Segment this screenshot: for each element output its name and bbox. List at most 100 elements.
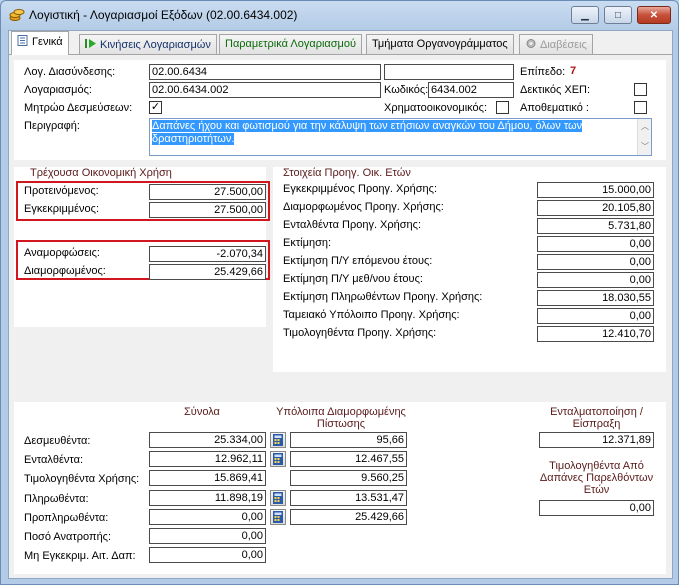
totals-row-label: Ποσό Ανατροπής: (24, 531, 112, 543)
diamorfomenos-label: Διαμορφωμένος: (24, 265, 106, 277)
account-field[interactable]: 02.00.6434.002 (149, 82, 381, 98)
minimize-button[interactable]: ▁ (571, 6, 599, 24)
proteinomenos-field[interactable]: 27.500,00 (149, 184, 266, 200)
prev-row-label: Εκτίμηση: (283, 237, 332, 249)
title-bar[interactable]: Λογιστική - Λογαριασμοί Εξόδων (02.00.64… (1, 1, 678, 29)
xrimatoik-label: Χρηματοοικονομικός: (384, 102, 488, 114)
prev-row-label: Ενταλθέντα Προηγ. Χρήσης: (283, 219, 422, 231)
page-icon (17, 35, 29, 46)
totals-row-total[interactable]: 25.334,00 (149, 432, 266, 448)
level-label: Επίπεδο: (520, 66, 566, 78)
totals-panel: Σύνολα Υπόλοιπα Διαμορφωμένης Πίστωσης Ε… (14, 402, 666, 574)
account-label: Λογαριασμός: (24, 84, 92, 96)
scroll-down-icon[interactable]: ﹀ (641, 141, 649, 152)
totals-row-total[interactable]: 11.898,19 (149, 490, 266, 506)
tab-general[interactable]: Γενικά (11, 31, 69, 55)
totals-row-total[interactable]: 0,00 (149, 509, 266, 525)
tab-strip: Γενικά Κινήσεις Λογαριασμών Παραμετρικά … (9, 31, 672, 55)
play-icon (85, 38, 97, 49)
window-title: Λογιστική - Λογαριασμοί Εξόδων (02.00.64… (29, 8, 298, 22)
calculator-icon[interactable] (270, 490, 286, 506)
diamorfomenos-field[interactable]: 25.429,66 (149, 264, 266, 280)
tab-account-movements[interactable]: Κινήσεις Λογαριασμών (79, 34, 217, 54)
mitrwo-checkbox[interactable]: ✓ (149, 101, 162, 114)
totals-row-remaining[interactable]: 13.531,47 (290, 490, 407, 506)
scroll-up-icon[interactable]: ︿ (641, 121, 649, 132)
totals-column-header: Σύνολα (184, 406, 220, 418)
prev-row-field[interactable]: 5.731,80 (537, 218, 654, 234)
description-text: Δαπάνες ήχου και φωτισμού για την κάλυψη… (152, 120, 583, 145)
description-field[interactable]: Δαπάνες ήχου και φωτισμού για την κάλυψη… (149, 118, 652, 156)
totals-row-total[interactable]: 0,00 (149, 528, 266, 544)
prev-years-invoiced-field[interactable]: 0,00 (539, 500, 654, 516)
prev-row-field[interactable]: 20.105,80 (537, 200, 654, 216)
dektikos-checkbox[interactable] (634, 83, 647, 96)
prev-row-field[interactable]: 0,00 (537, 272, 654, 288)
totals-row-label: Προπληρωθέντα: (24, 512, 109, 524)
totals-row-remaining[interactable]: 12.467,55 (290, 451, 407, 467)
description-scrollbar[interactable]: ︿ ﹀ (637, 119, 651, 155)
totals-row-label: Ενταλθέντα: (24, 454, 84, 466)
tab-parametric[interactable]: Παραμετρικά Λογαριασμού (219, 34, 363, 54)
totals-row-remaining[interactable]: 25.429,66 (290, 509, 407, 525)
minimize-icon: ▁ (581, 9, 589, 21)
tab-org-departments[interactable]: Τμήματα Οργανογράμματος (366, 34, 514, 54)
mitrwo-label: Μητρώο Δεσμεύσεων: (24, 102, 133, 114)
totals-row-total[interactable]: 0,00 (149, 547, 266, 563)
xrimatoik-checkbox[interactable] (496, 101, 509, 114)
current-year-title: Τρέχουσα Οικονομική Χρήση (30, 167, 172, 179)
general-info-panel: Λογ. Διασύνδεσης: 02.00.6434 Επίπεδο: 7 … (14, 60, 666, 160)
egkekrimenos-label: Εγκεκριμμένος: (24, 203, 99, 215)
egkekrimenos-field[interactable]: 27.500,00 (149, 202, 266, 218)
calculator-icon[interactable] (270, 451, 286, 467)
description-label: Περιγραφή: (24, 120, 80, 132)
prev-row-label: Διαμορφωμένος Προηγ. Χρήσης: (283, 201, 444, 213)
close-icon: ✕ (649, 9, 659, 21)
app-window: Λογιστική - Λογαριασμοί Εξόδων (02.00.64… (0, 0, 679, 585)
totals-row-total[interactable]: 15.869,41 (149, 470, 266, 486)
prev-row-field[interactable]: 15.000,00 (537, 182, 654, 198)
log-diasyndesis-field[interactable]: 02.00.6434 (149, 64, 381, 80)
tab-parametric-label: Παραμετρικά Λογαριασμού (225, 38, 357, 50)
tab-diaveseis[interactable]: Διαβέσεις (519, 34, 593, 54)
coins-app-icon (9, 8, 25, 22)
calculator-icon[interactable] (270, 432, 286, 448)
prev-row-label: Εκτίμηση Πληρωθέντων Προηγ. Χρήσης: (283, 291, 483, 303)
maximize-icon: □ (614, 9, 622, 21)
apothematiko-label: Αποθεματικό : (520, 102, 589, 114)
previous-years-title: Στοιχεία Προηγ. Οικ. Ετών (283, 167, 411, 179)
totals-row-label: Μη Εγκεκριμ. Αιτ. Δαπ: (24, 550, 136, 562)
maximize-button[interactable]: □ (604, 6, 632, 24)
extra-field[interactable] (384, 64, 514, 80)
prev-row-field[interactable]: 18.030,55 (537, 290, 654, 306)
anamorfoseis-field[interactable]: -2.070,34 (149, 246, 266, 262)
code-label: Κωδικός: (384, 84, 429, 96)
tab-general-label: Γενικά (32, 36, 63, 48)
prev-row-label: Τιμολογηθέντα Προηγ. Χρήσης: (283, 327, 437, 339)
close-button[interactable]: ✕ (637, 6, 671, 24)
calculator-icon[interactable] (270, 509, 286, 525)
entalmatopoiisi-header: Ενταλματοποίηση / Είσπραξη (550, 406, 643, 430)
checkmark-icon: ✓ (150, 101, 161, 113)
prev-row-field[interactable]: 0,00 (537, 308, 654, 324)
dektikos-label: Δεκτικός ΧΕΠ: (520, 84, 591, 96)
remaining-column-header: Υπόλοιπα Διαμορφωμένης Πίστωσης (276, 406, 406, 430)
prev-row-label: Εκτίμηση Π/Υ μεθ/νου έτους: (283, 273, 423, 285)
prev-row-field[interactable]: 0,00 (537, 254, 654, 270)
entalmatopoiisi-field[interactable]: 12.371,89 (539, 432, 654, 448)
level-value: 7 (570, 65, 577, 77)
proteinomenos-label: Προτεινόμενος: (24, 185, 99, 197)
totals-row-remaining[interactable]: 9.560,25 (290, 470, 407, 486)
apothematiko-checkbox[interactable] (634, 101, 647, 114)
tab-diaveseis-label: Διαβέσεις (540, 39, 587, 51)
general-tab-panel: Λογ. Διασύνδεσης: 02.00.6434 Επίπεδο: 7 … (9, 54, 672, 578)
log-diasyndesis-label: Λογ. Διασύνδεσης: (24, 66, 116, 78)
totals-row-label: Πληρωθέντα: (24, 493, 89, 505)
totals-row-remaining[interactable]: 95,66 (290, 432, 407, 448)
totals-row-total[interactable]: 12.962,11 (149, 451, 266, 467)
prev-row-field[interactable]: 0,00 (537, 236, 654, 252)
code-field[interactable]: 6434.002 (428, 82, 514, 98)
totals-row-label: Δεσμευθέντα: (24, 435, 91, 447)
current-year-panel: Τρέχουσα Οικονομική Χρήση Προτεινόμενος:… (14, 167, 270, 327)
prev-row-field[interactable]: 12.410,70 (537, 326, 654, 342)
